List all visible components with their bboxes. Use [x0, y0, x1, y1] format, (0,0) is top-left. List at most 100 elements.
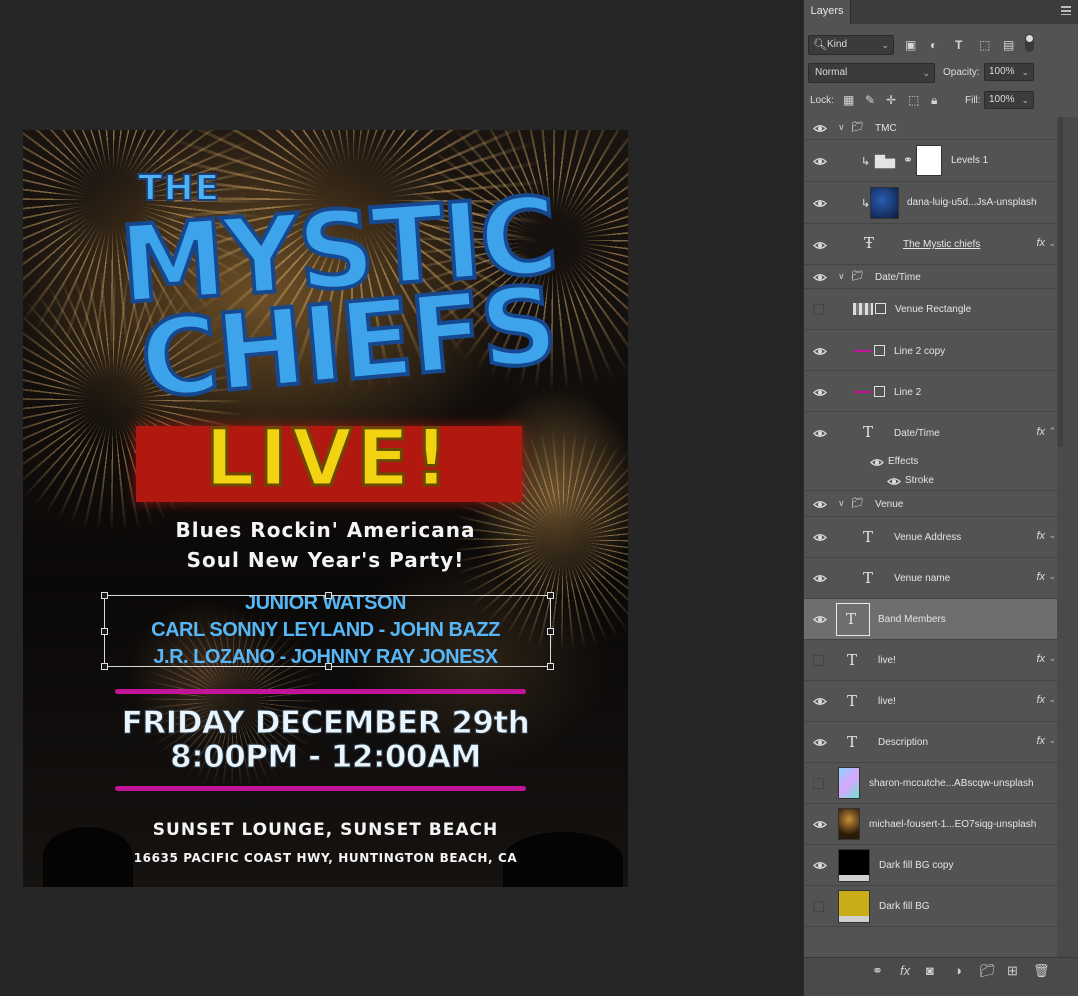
visibility-eye-icon[interactable] — [813, 615, 827, 624]
transform-bounding-box[interactable] — [101, 592, 554, 670]
transform-handle-bottom-left[interactable] — [101, 663, 108, 670]
chevron-down-icon[interactable]: ⌄ — [1048, 735, 1056, 746]
visibility-eye-icon[interactable] — [813, 861, 827, 870]
line-thumbnail[interactable] — [854, 350, 872, 352]
chevron-down-icon[interactable]: ⌄ — [1048, 653, 1056, 664]
visibility-eye-icon[interactable] — [813, 241, 827, 250]
layer-effect-row[interactable]: Stroke — [804, 472, 1057, 491]
image-thumbnail[interactable] — [870, 187, 899, 219]
visibility-eye-icon[interactable] — [813, 820, 827, 829]
chevron-down-icon[interactable]: ⌄ — [1048, 571, 1056, 582]
layer-row[interactable]: T Venue Address fx ⌄ — [804, 517, 1057, 558]
visibility-eye-icon[interactable] — [813, 738, 827, 747]
fx-icon[interactable]: fx — [1036, 530, 1045, 542]
link-layers-icon[interactable]: ⚭ — [872, 963, 883, 979]
transform-handle-bottom-right[interactable] — [547, 663, 554, 670]
shape-thumbnail[interactable] — [853, 303, 873, 315]
new-adjustment-icon[interactable]: ◑ — [954, 963, 962, 978]
transform-handle-left[interactable] — [101, 628, 108, 635]
group-expand-chevron-icon[interactable]: ∨ — [838, 498, 845, 509]
add-mask-icon[interactable]: ◙ — [926, 963, 934, 978]
trash-icon[interactable]: 🗑︎ — [1033, 963, 1050, 979]
fx-icon[interactable]: fx — [1036, 237, 1045, 249]
fx-icon[interactable]: fx — [1036, 571, 1045, 583]
filter-kind-select[interactable]: 🔍︎ Kind ⌄ — [808, 35, 894, 55]
transform-handle-top-right[interactable] — [547, 592, 554, 599]
chevron-up-icon[interactable]: ⌃ — [1048, 426, 1056, 437]
layer-effects-row[interactable]: Effects — [804, 453, 1057, 472]
blend-mode-select[interactable]: Normal ⌄ — [808, 63, 935, 83]
filter-type-icon[interactable]: T — [955, 38, 962, 52]
fx-icon[interactable]: fx — [1036, 426, 1045, 438]
fill-thumbnail[interactable] — [838, 890, 870, 923]
line-thumbnail[interactable] — [854, 391, 872, 393]
tab-layers[interactable]: Layers — [804, 0, 851, 24]
transform-handle-top-left[interactable] — [101, 592, 108, 599]
fx-icon[interactable]: fx — [1036, 694, 1045, 706]
chevron-down-icon[interactable]: ⌄ — [1048, 238, 1056, 249]
layer-row-selected[interactable]: T Band Members — [804, 599, 1057, 640]
layer-row[interactable]: ↳ ▇▅ ⚭ Levels 1 — [804, 140, 1057, 182]
lock-position-icon[interactable]: ✛ — [886, 93, 896, 107]
visibility-eye-icon[interactable] — [813, 124, 827, 133]
visibility-eye-icon[interactable] — [813, 533, 827, 542]
fx-icon[interactable]: fx — [1036, 653, 1045, 665]
filter-adjustment-icon[interactable]: ◐ — [930, 38, 937, 52]
layer-row[interactable]: ∨ 📁︎ TMC — [804, 117, 1057, 140]
chevron-down-icon[interactable]: ⌄ — [1048, 530, 1056, 541]
filter-smart-object-icon[interactable]: ▤ — [1003, 38, 1014, 52]
visibility-toggle[interactable] — [813, 778, 824, 789]
layer-row[interactable]: Ŧ The Mystic chiefs fx ⌄ — [804, 224, 1057, 265]
group-expand-chevron-icon[interactable]: ∨ — [838, 122, 845, 133]
transform-handle-bottom[interactable] — [325, 663, 332, 670]
visibility-eye-icon[interactable] — [813, 388, 827, 397]
visibility-toggle[interactable] — [813, 304, 824, 315]
layer-row[interactable]: ∨ 📁︎ Date/Time — [804, 265, 1057, 289]
layer-row[interactable]: Dark fill BG copy — [804, 845, 1057, 886]
visibility-eye-icon[interactable] — [870, 458, 884, 467]
layer-row[interactable]: T Date/Time fx ⌃ — [804, 412, 1057, 453]
lock-artboard-icon[interactable]: ⬚ — [908, 93, 919, 107]
filter-pixel-icon[interactable]: ▣ — [905, 38, 916, 52]
layer-row[interactable]: T live! fx ⌄ — [804, 681, 1057, 722]
filter-toggle[interactable] — [1025, 34, 1034, 52]
group-expand-chevron-icon[interactable]: ∨ — [838, 271, 845, 282]
layer-row[interactable]: ↳ dana-luig-u5d...JsA-unsplash — [804, 182, 1057, 224]
lock-all-icon[interactable]: 🔒︎ — [931, 93, 937, 107]
visibility-eye-icon[interactable] — [813, 273, 827, 282]
document-canvas[interactable]: THE MYSTIC CHIEFS LIVE! Blues Rockin' Am… — [23, 130, 628, 887]
layers-scrollbar[interactable] — [1057, 117, 1078, 957]
layer-row[interactable]: T Venue name fx ⌄ — [804, 558, 1057, 599]
transform-handle-right[interactable] — [547, 628, 554, 635]
layer-row[interactable]: Venue Rectangle — [804, 289, 1057, 330]
opacity-field[interactable]: 100% ⌄ — [984, 63, 1034, 81]
visibility-toggle[interactable] — [813, 655, 824, 666]
fx-icon[interactable]: fx — [1036, 735, 1045, 747]
fill-thumbnail[interactable] — [838, 849, 870, 882]
visibility-eye-icon[interactable] — [813, 199, 827, 208]
layer-row[interactable]: Line 2 copy — [804, 330, 1057, 371]
layer-row[interactable]: michael-fousert-1...EO7siqg-unsplash — [804, 804, 1057, 845]
transform-handle-top[interactable] — [325, 592, 332, 599]
image-thumbnail[interactable] — [838, 808, 860, 840]
visibility-eye-icon[interactable] — [813, 697, 827, 706]
panel-menu-icon[interactable] — [1061, 6, 1071, 15]
visibility-eye-icon[interactable] — [813, 157, 827, 166]
visibility-eye-icon[interactable] — [813, 347, 827, 356]
visibility-toggle[interactable] — [813, 901, 824, 912]
layer-row[interactable]: Dark fill BG — [804, 886, 1057, 927]
layer-row[interactable]: T live! fx ⌄ — [804, 640, 1057, 681]
lock-pixels-icon[interactable]: ✎ — [865, 93, 875, 107]
layer-row[interactable]: T Description fx ⌄ — [804, 722, 1057, 763]
filter-shape-icon[interactable]: ⬚ — [979, 38, 990, 52]
visibility-eye-icon[interactable] — [813, 574, 827, 583]
layer-row[interactable]: sharon-mccutche...ABscqw-unsplash — [804, 763, 1057, 804]
visibility-eye-icon[interactable] — [813, 500, 827, 509]
add-fx-icon[interactable]: fx — [900, 963, 910, 978]
new-group-folder-icon[interactable]: 📁︎ — [979, 963, 996, 979]
chevron-down-icon[interactable]: ⌄ — [1048, 694, 1056, 705]
new-layer-icon[interactable]: ⊞ — [1007, 963, 1018, 979]
lock-transparent-icon[interactable]: ▦ — [843, 93, 854, 107]
layer-row[interactable]: Line 2 — [804, 371, 1057, 412]
layer-mask-thumbnail[interactable] — [916, 145, 942, 176]
